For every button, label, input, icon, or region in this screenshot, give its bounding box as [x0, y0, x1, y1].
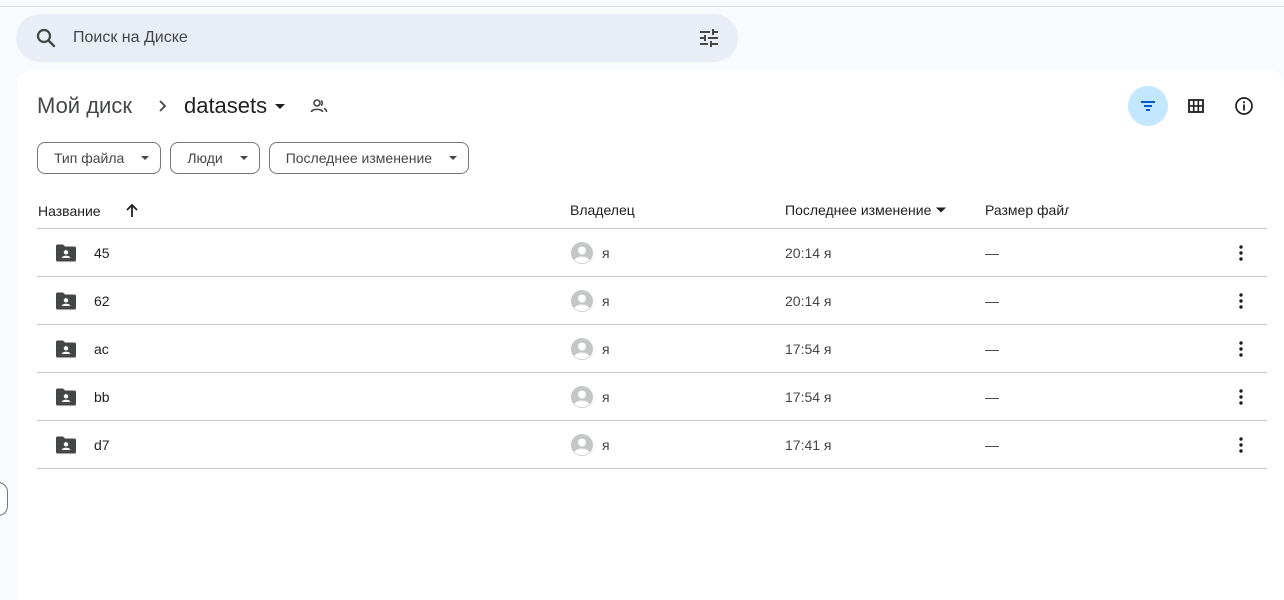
people-icon[interactable]: [309, 96, 329, 116]
modified-cell: 17:41 я: [785, 436, 832, 453]
owner-cell: я: [570, 421, 610, 468]
more-vert-icon[interactable]: [1225, 229, 1257, 276]
filter-chip-modified[interactable]: Последнее изменение: [268, 142, 470, 174]
chevron-right-icon: [154, 98, 170, 114]
caret-down-icon: [140, 153, 150, 163]
owner-name: я: [602, 292, 610, 309]
breadcrumb: Мой диск datasets: [37, 90, 329, 122]
file-name[interactable]: ac: [94, 325, 109, 372]
avatar-icon: [570, 241, 594, 265]
caret-down-icon: [935, 204, 947, 216]
file-name[interactable]: 45: [94, 229, 110, 276]
owner-cell: я: [570, 277, 610, 324]
modified-cell: 17:54 я: [785, 340, 832, 357]
filter-chip-label: Люди: [187, 150, 223, 166]
more-vert-icon[interactable]: [1225, 421, 1257, 468]
avatar-icon: [570, 289, 594, 313]
more-vert-icon[interactable]: [1225, 373, 1257, 420]
modified-cell: 20:14 я: [785, 244, 832, 261]
table-row[interactable]: 45 я 20:14 я —: [37, 229, 1267, 277]
avatar-icon: [570, 433, 594, 457]
avatar-icon: [570, 385, 594, 409]
more-vert-icon[interactable]: [1225, 325, 1257, 372]
table-row[interactable]: 62 я 20:14 я —: [37, 277, 1267, 325]
shared-folder-icon: [55, 421, 77, 468]
breadcrumb-root[interactable]: Мой диск: [37, 93, 132, 119]
owner-name: я: [602, 388, 610, 405]
filter-chip-type[interactable]: Тип файла: [37, 142, 162, 174]
owner-name: я: [602, 340, 610, 357]
grid-icon: [1186, 96, 1206, 116]
tune-icon[interactable]: [697, 26, 721, 50]
file-table: Название Владелец Последнее изменение Ра…: [37, 192, 1267, 469]
filter-chip-label: Тип файла: [54, 150, 125, 166]
shared-folder-icon: [55, 325, 77, 372]
filter-chip-label: Последнее изменение: [285, 150, 433, 166]
table-row[interactable]: ac я 17:54 я —: [37, 325, 1267, 373]
owner-name: я: [602, 436, 610, 453]
table-header: Название Владелец Последнее изменение Ра…: [37, 192, 1267, 229]
info-icon: [1234, 96, 1254, 116]
breadcrumb-current-folder[interactable]: datasets: [184, 93, 287, 119]
avatar-icon: [570, 337, 594, 361]
caret-down-icon: [448, 153, 458, 163]
column-header-modified[interactable]: Последнее изменение: [785, 202, 947, 218]
size-cell: —: [985, 388, 999, 405]
search-icon[interactable]: [34, 26, 58, 50]
info-button[interactable]: [1224, 86, 1264, 126]
column-header-size[interactable]: Размер файла: [985, 202, 1069, 218]
column-header-name[interactable]: Название: [38, 202, 141, 220]
sidebar-collapse-handle[interactable]: [0, 482, 8, 516]
size-cell: —: [985, 292, 999, 309]
file-name[interactable]: d7: [94, 421, 110, 468]
arrow-up-icon[interactable]: [123, 202, 141, 220]
filter-chips: Тип файла Люди Последнее изменение: [37, 142, 470, 174]
shared-folder-icon: [55, 229, 77, 276]
top-divider: [0, 6, 1284, 7]
file-name[interactable]: bb: [94, 373, 110, 420]
caret-down-icon: [239, 153, 249, 163]
column-header-name-label: Название: [38, 203, 101, 219]
table-row[interactable]: bb я 17:54 я —: [37, 373, 1267, 421]
modified-cell: 20:14 я: [785, 292, 832, 309]
filter-view-button[interactable]: [1128, 86, 1168, 126]
grid-view-button[interactable]: [1176, 86, 1216, 126]
modified-cell: 17:54 я: [785, 388, 832, 405]
filter-icon: [1138, 96, 1158, 116]
search-input[interactable]: Поиск на Диске: [73, 29, 188, 47]
search-bar[interactable]: Поиск на Диске: [16, 14, 738, 62]
filter-chip-people[interactable]: Люди: [170, 142, 260, 174]
column-header-modified-label: Последнее изменение: [785, 202, 932, 218]
more-vert-icon[interactable]: [1225, 277, 1257, 324]
caret-down-icon: [273, 99, 287, 113]
file-name[interactable]: 62: [94, 277, 110, 324]
view-actions: [1128, 86, 1264, 126]
owner-cell: я: [570, 229, 610, 276]
owner-cell: я: [570, 325, 610, 372]
breadcrumb-current-label: datasets: [183, 93, 268, 118]
shared-folder-icon: [55, 277, 77, 324]
size-cell: —: [985, 436, 999, 453]
size-cell: —: [985, 244, 999, 261]
column-header-owner[interactable]: Владелец: [570, 202, 635, 218]
main-content: Мой диск datasets Тип файла Люди Последн…: [17, 70, 1284, 600]
shared-folder-icon: [55, 373, 77, 420]
size-cell: —: [985, 340, 999, 357]
owner-cell: я: [570, 373, 610, 420]
table-row[interactable]: d7 я 17:41 я —: [37, 421, 1267, 469]
owner-name: я: [602, 244, 610, 261]
